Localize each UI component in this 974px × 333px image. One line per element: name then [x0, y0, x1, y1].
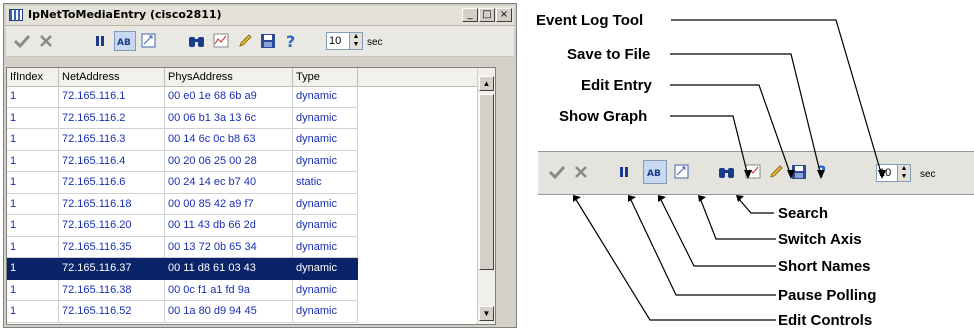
label-search: Search: [778, 205, 829, 222]
label-switch-axis: Switch Axis: [778, 231, 862, 248]
label-edit-entry: Edit Entry: [581, 77, 652, 94]
label-save-to-file: Save to File: [567, 46, 651, 63]
callout-lines: [573, 19, 886, 321]
label-short-names: Short Names: [778, 258, 871, 275]
label-show-graph: Show Graph: [559, 108, 648, 125]
label-pause-polling: Pause Polling: [778, 287, 877, 304]
label-event-log-tool: Event Log Tool: [536, 12, 644, 29]
label-edit-controls: Edit Controls: [778, 312, 873, 329]
